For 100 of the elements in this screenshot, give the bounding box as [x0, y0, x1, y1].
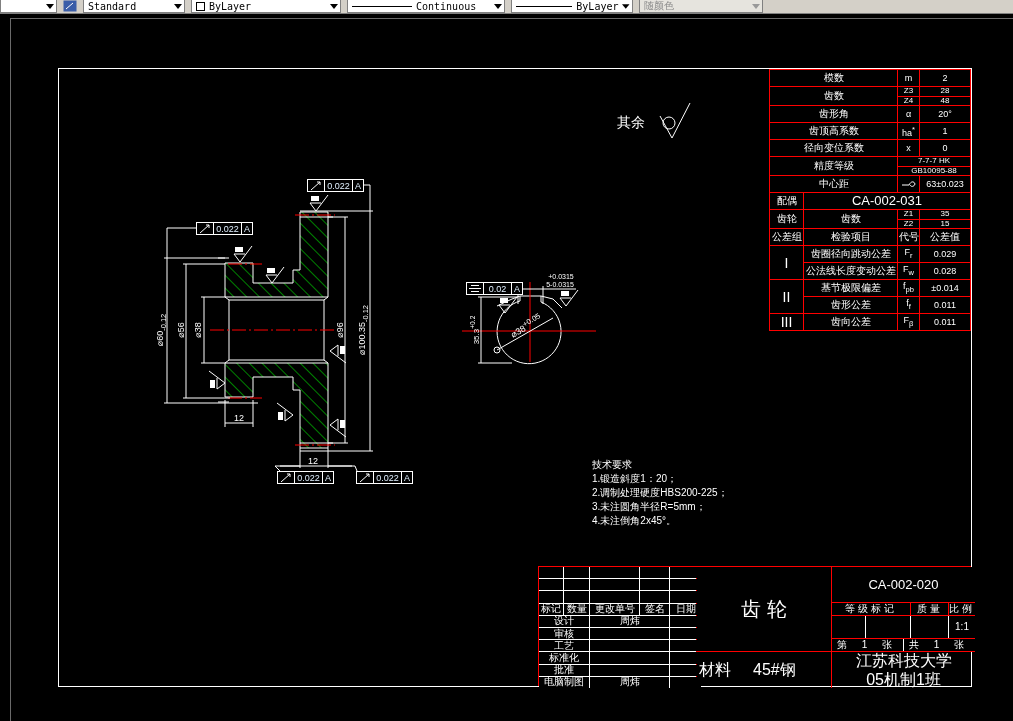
- table-cell: Z2: [897, 219, 920, 229]
- roughness-symbol-icon: [309, 194, 329, 212]
- requirements-title: 技术要求: [592, 459, 633, 470]
- table-cell: 28: [919, 86, 971, 96]
- table-cell: 周炜: [590, 676, 669, 688]
- surface-note: 其余: [617, 115, 645, 129]
- table-cell: [640, 567, 669, 579]
- table-cell: [640, 591, 669, 603]
- part-name: 齿 轮: [697, 567, 831, 652]
- table-cell: 更改单号: [590, 603, 639, 615]
- table-cell: 检验项目: [803, 228, 898, 246]
- table-cell: [911, 616, 948, 638]
- caret-icon: [46, 3, 54, 9]
- requirement-item: 2.调制处理硬度HBS200-225；: [592, 487, 728, 498]
- dimension-text: ⌀96: [335, 322, 345, 338]
- table-cell: 齿形角: [769, 105, 898, 123]
- table-cell: F$_{β}$: [897, 313, 920, 331]
- table-cell: 齿数: [803, 209, 898, 229]
- table-cell: 齿向公差: [803, 313, 898, 331]
- table-cell: 齿轮: [769, 209, 804, 229]
- requirement-item: 4.未注倒角2x45°。: [592, 515, 678, 526]
- table-cell: 齿顶高系数: [769, 122, 898, 140]
- table-cell: I: [769, 245, 804, 280]
- roughness-symbol-icon: [233, 245, 253, 263]
- school-name: 江苏科技大学: [855, 652, 952, 669]
- table-cell: [564, 579, 589, 591]
- table-cell: F$_{w}$: [897, 262, 920, 280]
- table-cell: f$_{pb}$: [897, 279, 920, 297]
- table-cell: 63±0.023: [919, 175, 971, 193]
- text-style-icon[interactable]: [63, 0, 77, 12]
- table-cell: 比例: [949, 603, 975, 615]
- table-cell: 7-7-7 HK: [897, 156, 971, 166]
- datum-label: A: [241, 223, 252, 234]
- table-cell: 等级标记: [832, 603, 910, 615]
- material-label: 材料: [699, 659, 731, 680]
- table-cell: 电脑制图: [539, 676, 589, 688]
- table-cell: [564, 591, 589, 603]
- dropdown[interactable]: Standard: [83, 0, 185, 13]
- dimension-text: 12: [308, 456, 318, 466]
- dropdown[interactable]: Continuous: [347, 0, 505, 13]
- table-cell: 标准化: [539, 652, 589, 664]
- table-cell: m: [897, 69, 920, 87]
- table-cell: 工艺: [539, 640, 589, 652]
- table-cell: 齿形公差: [803, 296, 898, 314]
- dropdown[interactable]: ByLayer: [191, 0, 341, 13]
- dropdown[interactable]: ByLayer: [511, 0, 633, 13]
- table-cell: ±0.014: [919, 279, 971, 297]
- line-sample-icon: [516, 4, 573, 8]
- table-cell: 批准: [539, 664, 589, 676]
- caret-icon: [752, 3, 760, 9]
- table-cell: Z4: [897, 96, 920, 106]
- roughness-symbol-icon: [276, 402, 294, 422]
- table-cell: 模数: [769, 69, 898, 87]
- table-cell: 齿数: [769, 86, 898, 106]
- datum-label: A: [352, 180, 363, 191]
- table-cell: 径向变位系数: [769, 139, 898, 157]
- table-cell: 质量: [911, 603, 948, 615]
- table-cell: 第 1 张: [832, 639, 903, 651]
- color-swatch-icon: [196, 1, 205, 11]
- table-cell: f$_{f}$: [897, 296, 920, 314]
- table-cell: II: [769, 279, 804, 314]
- table-cell: x: [897, 139, 920, 157]
- table-cell: [866, 616, 910, 638]
- table-cell: 15: [919, 219, 971, 229]
- roughness-symbol-icon: [498, 296, 518, 314]
- table-cell: 中心距: [769, 175, 898, 193]
- roughness-symbol-icon: [329, 418, 347, 438]
- tolerance-value: 0.022: [373, 472, 401, 483]
- table-cell: 公法线长度变动公差: [803, 262, 898, 280]
- table-cell: [539, 567, 563, 579]
- table-cell: 基节极限偏差: [803, 279, 898, 297]
- caret-icon: [174, 3, 182, 9]
- table-cell: 0.011: [919, 296, 971, 314]
- roughness-symbol-icon: [559, 289, 579, 307]
- table-cell: 公差组: [769, 228, 804, 246]
- table-cell: 标记: [539, 603, 563, 615]
- table-cell: 20°: [919, 105, 971, 123]
- table-cell: F$_{r}$: [897, 245, 920, 263]
- table-cell: [539, 591, 563, 603]
- table-cell: 设计: [539, 615, 589, 627]
- table-cell: 2: [919, 69, 971, 87]
- dimension-text: ⌀56: [176, 322, 186, 338]
- datum-label: A: [401, 472, 412, 483]
- table-cell: 数量: [564, 603, 589, 615]
- table-cell: 代号: [897, 228, 920, 246]
- line-sample-icon: [352, 4, 412, 8]
- table-cell: 周炜: [590, 615, 669, 627]
- datum-label: A: [322, 472, 333, 483]
- table-cell: [590, 591, 639, 603]
- dropdown[interactable]: [0, 0, 57, 13]
- table-cell: α: [897, 105, 920, 123]
- table-cell: 1: [919, 122, 971, 140]
- drawing-number: CA-002-020: [832, 567, 975, 603]
- table-cell: 配偶: [769, 192, 804, 210]
- requirement-item: 1.锻造斜度1：20；: [592, 473, 679, 484]
- dimension-text: ⌀38: [193, 322, 203, 338]
- table-cell: Z3: [897, 86, 920, 96]
- table-cell: 审核: [539, 628, 589, 640]
- table-cell: 0.011: [919, 313, 971, 331]
- tolerance-value: 0.02: [483, 283, 511, 294]
